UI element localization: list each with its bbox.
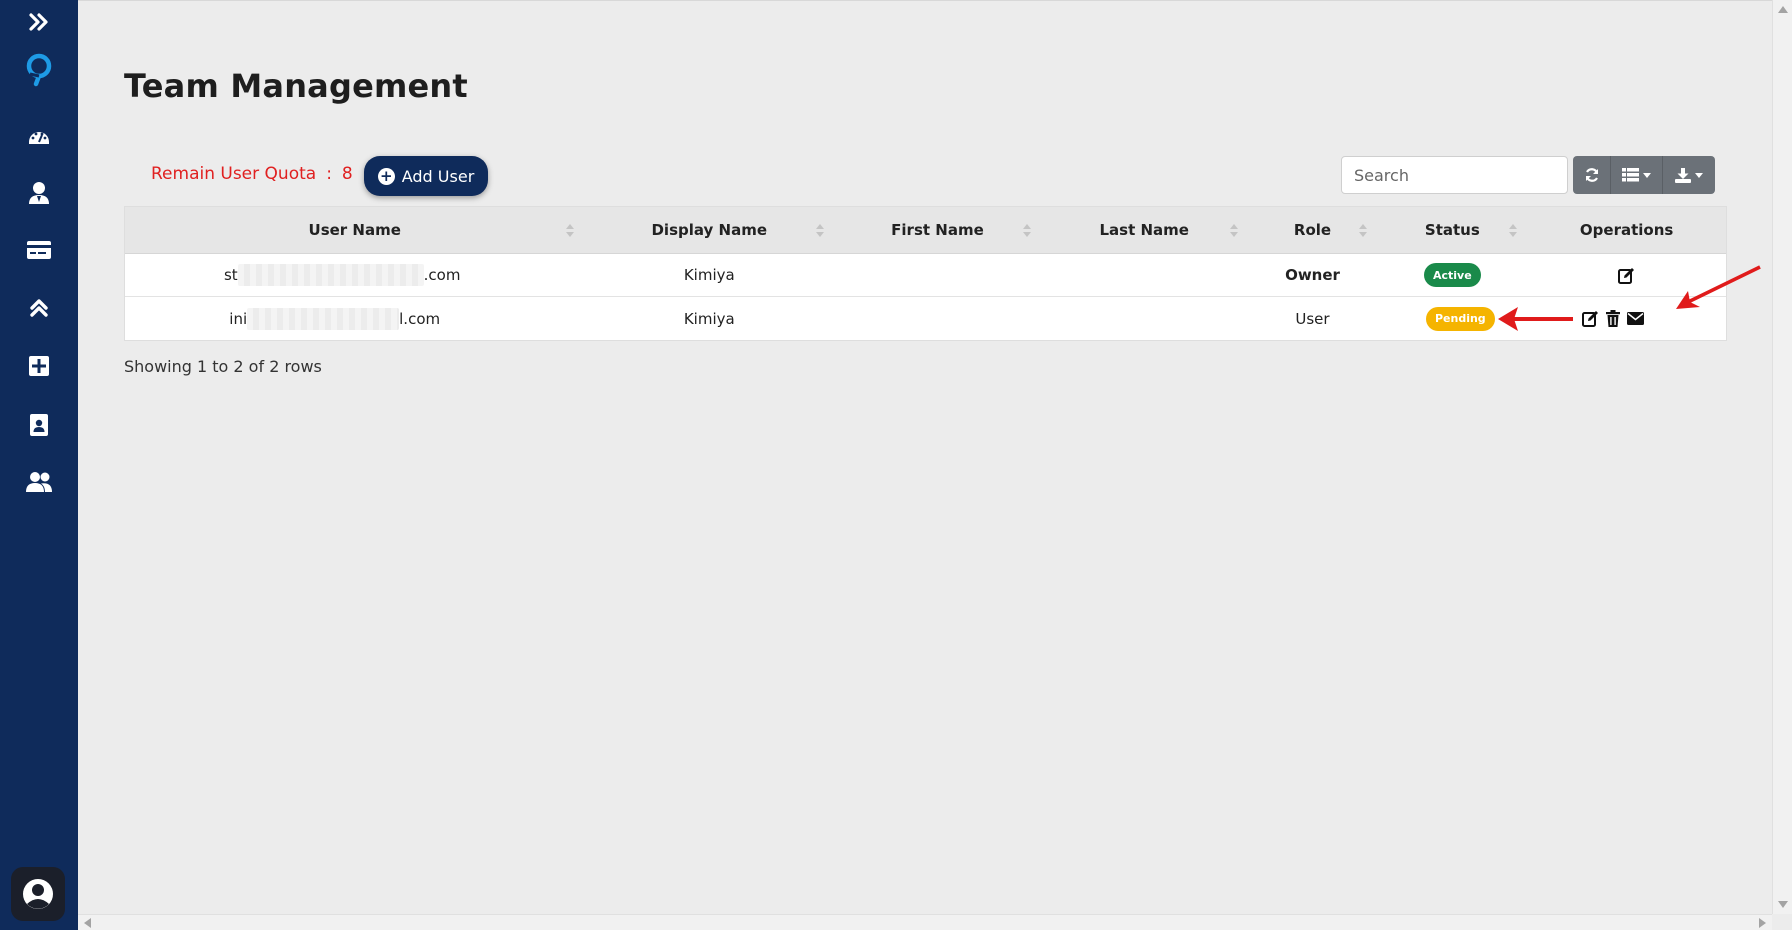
status-badge: Active (1423, 263, 1481, 287)
display-name-cell: Kimiya (683, 266, 735, 284)
column-label: First Name (891, 221, 984, 239)
status-badge: Pending (1425, 306, 1495, 331)
user-icon[interactable] (0, 180, 78, 206)
first-name-cell (834, 297, 1041, 340)
column-header-last-name[interactable]: Last Name (1041, 207, 1248, 253)
operations-cell (1527, 297, 1726, 340)
edit-icon[interactable] (1581, 310, 1599, 327)
page-title: Team Management (124, 67, 468, 105)
role-cell: Owner (1285, 266, 1340, 284)
status-cell: Pending (1377, 297, 1527, 340)
user-quota: Remain User Quota:8 (151, 164, 353, 184)
grid-plus-icon[interactable] (0, 354, 78, 378)
column-header-operations: Operations (1527, 207, 1726, 253)
column-header-first-name[interactable]: First Name (834, 207, 1041, 253)
edit-icon[interactable] (1618, 267, 1635, 284)
user-name-suffix: l.com (399, 309, 441, 328)
quota-value: 8 (341, 164, 353, 184)
chevron-down-icon (1695, 172, 1703, 178)
sort-icon (1022, 224, 1031, 238)
scroll-up-icon[interactable] (1778, 6, 1788, 13)
column-header-status[interactable]: Status (1377, 207, 1527, 253)
pagination-summary: Showing 1 to 2 of 2 rows (124, 357, 322, 376)
chevron-down-icon (1643, 172, 1651, 178)
scroll-right-icon[interactable] (1759, 918, 1766, 928)
column-header-display-name[interactable]: Display Name (584, 207, 834, 253)
sort-icon (1509, 224, 1518, 238)
user-name-prefix: st (223, 266, 238, 284)
main-content: Team Management Remain User Quota:8 + Ad… (78, 0, 1772, 914)
sort-icon (1229, 224, 1238, 238)
sort-icon (566, 224, 575, 238)
column-label: Display Name (651, 221, 768, 239)
user-name-cell: ini l.com (125, 297, 584, 340)
credit-card-icon[interactable] (0, 238, 78, 262)
search-input[interactable] (1341, 156, 1568, 194)
last-name-cell (1041, 254, 1248, 296)
column-label: User Name (308, 221, 401, 239)
column-label: Last Name (1099, 221, 1189, 239)
sidebar (0, 0, 78, 930)
first-name-cell (834, 254, 1041, 296)
logo-icon[interactable] (0, 50, 78, 90)
status-cell: Active (1377, 254, 1527, 296)
role-cell: User (1295, 309, 1330, 328)
column-header-user-name[interactable]: User Name (125, 207, 584, 253)
table-toolbar (1573, 156, 1715, 194)
annotation-arrows (1498, 265, 1761, 331)
dashboard-gauge-icon[interactable] (0, 124, 78, 148)
export-download-icon (1675, 167, 1691, 183)
users-group-icon[interactable] (0, 470, 78, 494)
scroll-left-icon[interactable] (84, 918, 91, 928)
redacted-block (247, 307, 400, 330)
operations-cell (1527, 254, 1726, 296)
horizontal-scrollbar[interactable] (78, 914, 1772, 930)
table-row: ini l.com Kimiya User Pending (125, 297, 1726, 340)
user-name-suffix: .com (423, 266, 461, 284)
plus-circle-icon: + (377, 167, 395, 185)
refresh-button[interactable] (1573, 156, 1611, 194)
quota-label: Remain User Quota (151, 164, 317, 184)
double-chevron-up-icon[interactable] (0, 296, 78, 320)
refresh-icon (1585, 168, 1598, 182)
sort-icon (816, 224, 825, 238)
columns-list-icon (1622, 168, 1639, 182)
users-table: User Name Display Name First Name Last N… (124, 206, 1727, 341)
table-row: st .com Kimiya Owner Active (125, 254, 1726, 297)
display-name-cell: Kimiya (683, 309, 735, 328)
contact-card-icon[interactable] (0, 412, 78, 438)
redacted-block (237, 264, 424, 286)
vertical-scrollbar[interactable] (1772, 0, 1792, 914)
user-circle-icon (23, 879, 53, 909)
export-dropdown-button[interactable] (1663, 156, 1715, 194)
column-label: Role (1293, 221, 1332, 239)
columns-dropdown-button[interactable] (1611, 156, 1663, 194)
sort-icon (1359, 224, 1368, 238)
column-label: Status (1424, 221, 1480, 239)
user-name-cell: st .com (125, 254, 584, 296)
last-name-cell (1041, 297, 1248, 340)
add-user-button[interactable]: + Add User (364, 156, 488, 196)
column-header-role[interactable]: Role (1248, 207, 1378, 253)
trash-icon[interactable] (1605, 310, 1620, 327)
quota-separator: : (326, 164, 332, 184)
envelope-icon[interactable] (1626, 312, 1644, 325)
double-chevron-right-icon[interactable] (0, 10, 78, 34)
table-header: User Name Display Name First Name Last N… (125, 207, 1726, 254)
scroll-down-icon[interactable] (1778, 901, 1788, 908)
avatar[interactable] (11, 867, 65, 921)
column-label: Operations (1579, 221, 1674, 239)
user-name-prefix: ini (229, 309, 248, 328)
add-user-label: Add User (401, 166, 475, 186)
